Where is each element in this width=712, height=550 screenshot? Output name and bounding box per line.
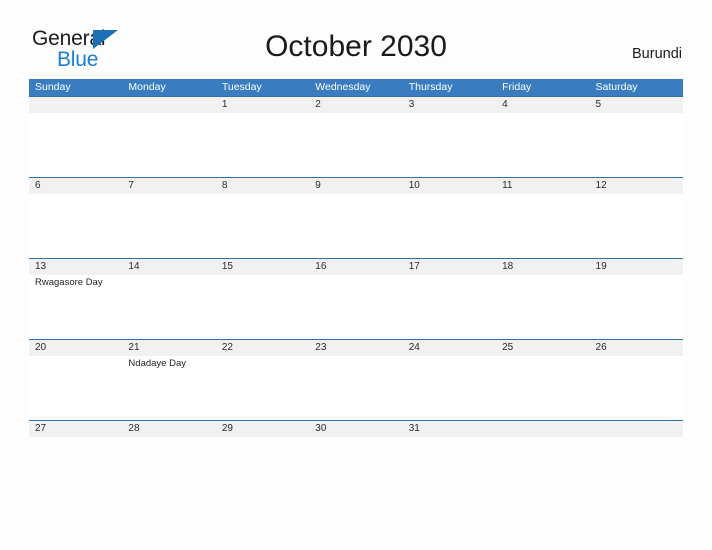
day-number[interactable]: 22 <box>216 340 309 356</box>
page-header: General Blue October 2030 Burundi <box>0 0 712 78</box>
day-cell[interactable] <box>496 437 589 439</box>
day-cell[interactable] <box>122 275 215 339</box>
day-number[interactable] <box>496 421 589 437</box>
day-cell[interactable] <box>216 275 309 339</box>
day-cell[interactable] <box>403 275 496 339</box>
day-number[interactable]: 15 <box>216 259 309 275</box>
day-cell[interactable] <box>496 356 589 420</box>
day-number[interactable]: 23 <box>309 340 402 356</box>
day-number[interactable]: 31 <box>403 421 496 437</box>
day-cell[interactable] <box>496 194 589 258</box>
day-cell[interactable] <box>309 275 402 339</box>
calendar-week-row: 27 28 29 30 31 <box>29 420 683 437</box>
day-number[interactable]: 20 <box>29 340 122 356</box>
day-cell[interactable] <box>29 194 122 258</box>
calendar-week-row: 13 14 15 16 17 18 19 Rwagasore Day <box>29 258 683 339</box>
day-number[interactable]: 27 <box>29 421 122 437</box>
day-cell[interactable] <box>29 437 122 439</box>
day-number[interactable]: 28 <box>122 421 215 437</box>
day-number[interactable]: 3 <box>403 97 496 113</box>
day-cell[interactable] <box>403 194 496 258</box>
day-cell[interactable] <box>403 113 496 177</box>
weekday-header-monday: Monday <box>128 81 166 93</box>
week-body-strip <box>29 194 683 258</box>
week-date-strip: 13 14 15 16 17 18 19 <box>29 259 683 275</box>
day-cell[interactable] <box>309 437 402 439</box>
day-number[interactable]: 16 <box>309 259 402 275</box>
week-date-strip: 1 2 3 4 5 <box>29 97 683 113</box>
day-cell[interactable] <box>590 356 683 420</box>
day-cell[interactable] <box>403 356 496 420</box>
day-number[interactable]: 29 <box>216 421 309 437</box>
day-number[interactable]: 13 <box>29 259 122 275</box>
day-number[interactable]: 12 <box>590 178 683 194</box>
day-cell[interactable] <box>216 437 309 439</box>
day-number[interactable]: 24 <box>403 340 496 356</box>
day-cell[interactable] <box>216 194 309 258</box>
day-number[interactable]: 11 <box>496 178 589 194</box>
weekday-header-row: Sunday Monday Tuesday Wednesday Thursday… <box>29 79 683 96</box>
week-date-strip: 27 28 29 30 31 <box>29 421 683 437</box>
day-cell[interactable] <box>122 194 215 258</box>
day-cell[interactable]: Ndadaye Day <box>122 356 215 420</box>
day-cell[interactable] <box>122 437 215 439</box>
day-number[interactable]: 26 <box>590 340 683 356</box>
week-body-strip: Rwagasore Day <box>29 275 683 339</box>
weekday-header-tuesday: Tuesday <box>221 81 262 93</box>
day-cell[interactable] <box>403 437 496 439</box>
day-cell[interactable] <box>496 113 589 177</box>
event-label: Rwagasore Day <box>35 277 103 288</box>
day-cell[interactable]: Rwagasore Day <box>29 275 122 339</box>
calendar-week-row: 6 7 8 9 10 11 12 <box>29 177 683 258</box>
day-cell[interactable] <box>29 113 122 177</box>
day-number[interactable]: 2 <box>309 97 402 113</box>
week-date-strip: 6 7 8 9 10 11 12 <box>29 178 683 194</box>
day-number[interactable]: 21 <box>122 340 215 356</box>
day-number[interactable]: 4 <box>496 97 589 113</box>
day-cell[interactable] <box>590 437 683 439</box>
weekday-header-sunday: Sunday <box>35 81 71 93</box>
calendar-page: General Blue October 2030 Burundi Sunday… <box>0 0 712 550</box>
weekday-header-saturday: Saturday <box>595 81 638 93</box>
day-cell[interactable] <box>216 356 309 420</box>
day-number[interactable]: 17 <box>403 259 496 275</box>
country-label: Burundi <box>632 46 682 62</box>
day-number[interactable]: 8 <box>216 178 309 194</box>
day-number[interactable]: 5 <box>590 97 683 113</box>
day-cell[interactable] <box>496 275 589 339</box>
week-date-strip: 20 21 22 23 24 25 26 <box>29 340 683 356</box>
day-cell[interactable] <box>590 194 683 258</box>
calendar-week-row: 20 21 22 23 24 25 26 Ndadaye Day <box>29 339 683 420</box>
weekday-header-friday: Friday <box>502 81 532 93</box>
day-number[interactable]: 14 <box>122 259 215 275</box>
day-number[interactable]: 1 <box>216 97 309 113</box>
day-number[interactable] <box>122 97 215 113</box>
week-body-strip <box>29 113 683 177</box>
week-body-strip: Ndadaye Day <box>29 356 683 420</box>
day-number[interactable] <box>29 97 122 113</box>
day-number[interactable]: 7 <box>122 178 215 194</box>
weekday-header-wednesday: Wednesday <box>315 81 371 93</box>
calendar-week-row: 1 2 3 4 5 <box>29 96 683 177</box>
day-number[interactable] <box>590 421 683 437</box>
day-cell[interactable] <box>29 356 122 420</box>
day-number[interactable]: 30 <box>309 421 402 437</box>
day-number[interactable]: 25 <box>496 340 589 356</box>
day-cell[interactable] <box>309 113 402 177</box>
day-number[interactable]: 18 <box>496 259 589 275</box>
day-cell[interactable] <box>309 194 402 258</box>
day-number[interactable]: 6 <box>29 178 122 194</box>
weekday-header-thursday: Thursday <box>408 81 453 93</box>
day-cell[interactable] <box>122 113 215 177</box>
day-number[interactable]: 19 <box>590 259 683 275</box>
day-cell[interactable] <box>309 356 402 420</box>
calendar-grid: Sunday Monday Tuesday Wednesday Thursday… <box>29 79 683 437</box>
page-title: October 2030 <box>265 30 447 63</box>
day-cell[interactable] <box>590 113 683 177</box>
day-number[interactable]: 9 <box>309 178 402 194</box>
event-label: Ndadaye Day <box>128 358 186 369</box>
day-number[interactable]: 10 <box>403 178 496 194</box>
day-cell[interactable] <box>216 113 309 177</box>
day-cell[interactable] <box>590 275 683 339</box>
